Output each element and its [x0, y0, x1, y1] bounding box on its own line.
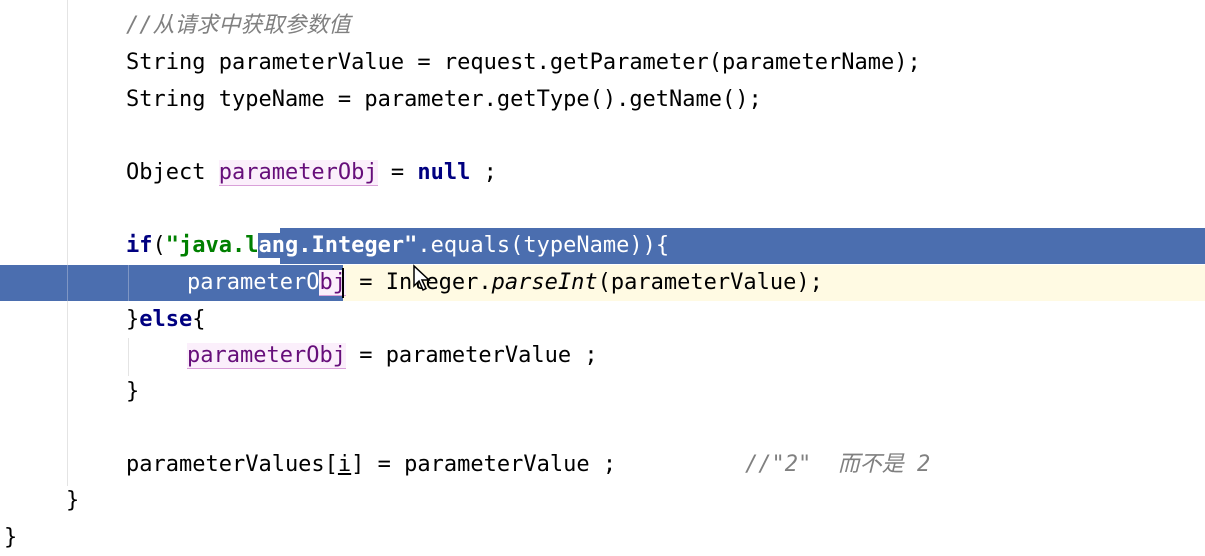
- string-token: "java.l: [165, 233, 259, 258]
- code-text: }else{: [126, 302, 205, 338]
- code-line: String typeName = parameter.getType().ge…: [0, 82, 1205, 118]
- brace-token: {: [192, 307, 206, 332]
- code-line: parameterObj = Integer.parseInt(paramete…: [0, 265, 1205, 301]
- code-line: if("java.lang.Integer".equals(typeName))…: [0, 228, 1205, 264]
- operator-token: =: [345, 270, 386, 295]
- operator-token: =: [377, 160, 418, 185]
- code-text: parameterObj = parameterValue ;: [187, 338, 598, 374]
- code-text: parameterValues[i] = parameterValue ;: [126, 447, 616, 483]
- keyword-null: null: [417, 160, 471, 185]
- brace-token: }: [66, 488, 80, 513]
- code-text: parameterValues[: [126, 452, 338, 477]
- variable-token: parameterObj: [187, 343, 346, 369]
- comment-text: //从请求中获取参数值: [126, 13, 351, 38]
- method-token: parseInt: [491, 270, 598, 295]
- code-text: parameterObj = Integer.parseInt(paramete…: [187, 265, 823, 301]
- code-text: Object parameterObj = null ;: [126, 155, 497, 191]
- keyword-else: else: [139, 307, 193, 332]
- brace-token: }: [126, 307, 140, 332]
- string-token-selected: ang.Integer": [258, 233, 418, 258]
- text-caret: [342, 268, 344, 298]
- variable-token: parameterObj: [218, 160, 378, 186]
- code-text: = parameterValue ;: [345, 343, 598, 368]
- code-line: //从请求中获取参数值: [0, 8, 1205, 44]
- code-text: if("java.lang.Integer".equals(typeName))…: [126, 228, 669, 264]
- code-text: ] = parameterValue ;: [351, 452, 617, 477]
- code-line: parameterObj = parameterValue ;: [0, 338, 1205, 374]
- code-text: String typeName = parameter.getType().ge…: [126, 87, 762, 112]
- paren-token: (: [152, 233, 166, 258]
- code-line: }: [0, 483, 1205, 519]
- code-text-selected: .equals(typeName)){: [417, 233, 670, 258]
- brace-token: }: [4, 525, 18, 550]
- code-line: }: [0, 520, 1205, 556]
- code-editor[interactable]: //从请求中获取参数值 String parameterValue = requ…: [0, 0, 1205, 550]
- variable-token-selected: parameterO: [187, 270, 320, 295]
- index-token: i: [337, 452, 352, 477]
- code-line: Object parameterObj = null ;: [0, 155, 1205, 191]
- code-text: (parameterValue);: [597, 270, 823, 295]
- class-token: Integer.: [385, 270, 492, 295]
- code-text: String parameterValue = request.getParam…: [126, 50, 921, 75]
- type-token: Object: [126, 160, 219, 185]
- keyword-if: if: [126, 233, 153, 258]
- brace-token: }: [126, 379, 140, 404]
- mouse-pointer-icon: [413, 264, 431, 292]
- semicolon-token: ;: [470, 160, 497, 185]
- code-line: }else{: [0, 302, 1205, 338]
- code-line: String parameterValue = request.getParam…: [0, 45, 1205, 81]
- code-line: }: [0, 374, 1205, 410]
- comment-text: //"2" 而不是 2: [745, 452, 931, 477]
- code-line: parameterValues[i] = parameterValue ; //…: [0, 447, 1205, 483]
